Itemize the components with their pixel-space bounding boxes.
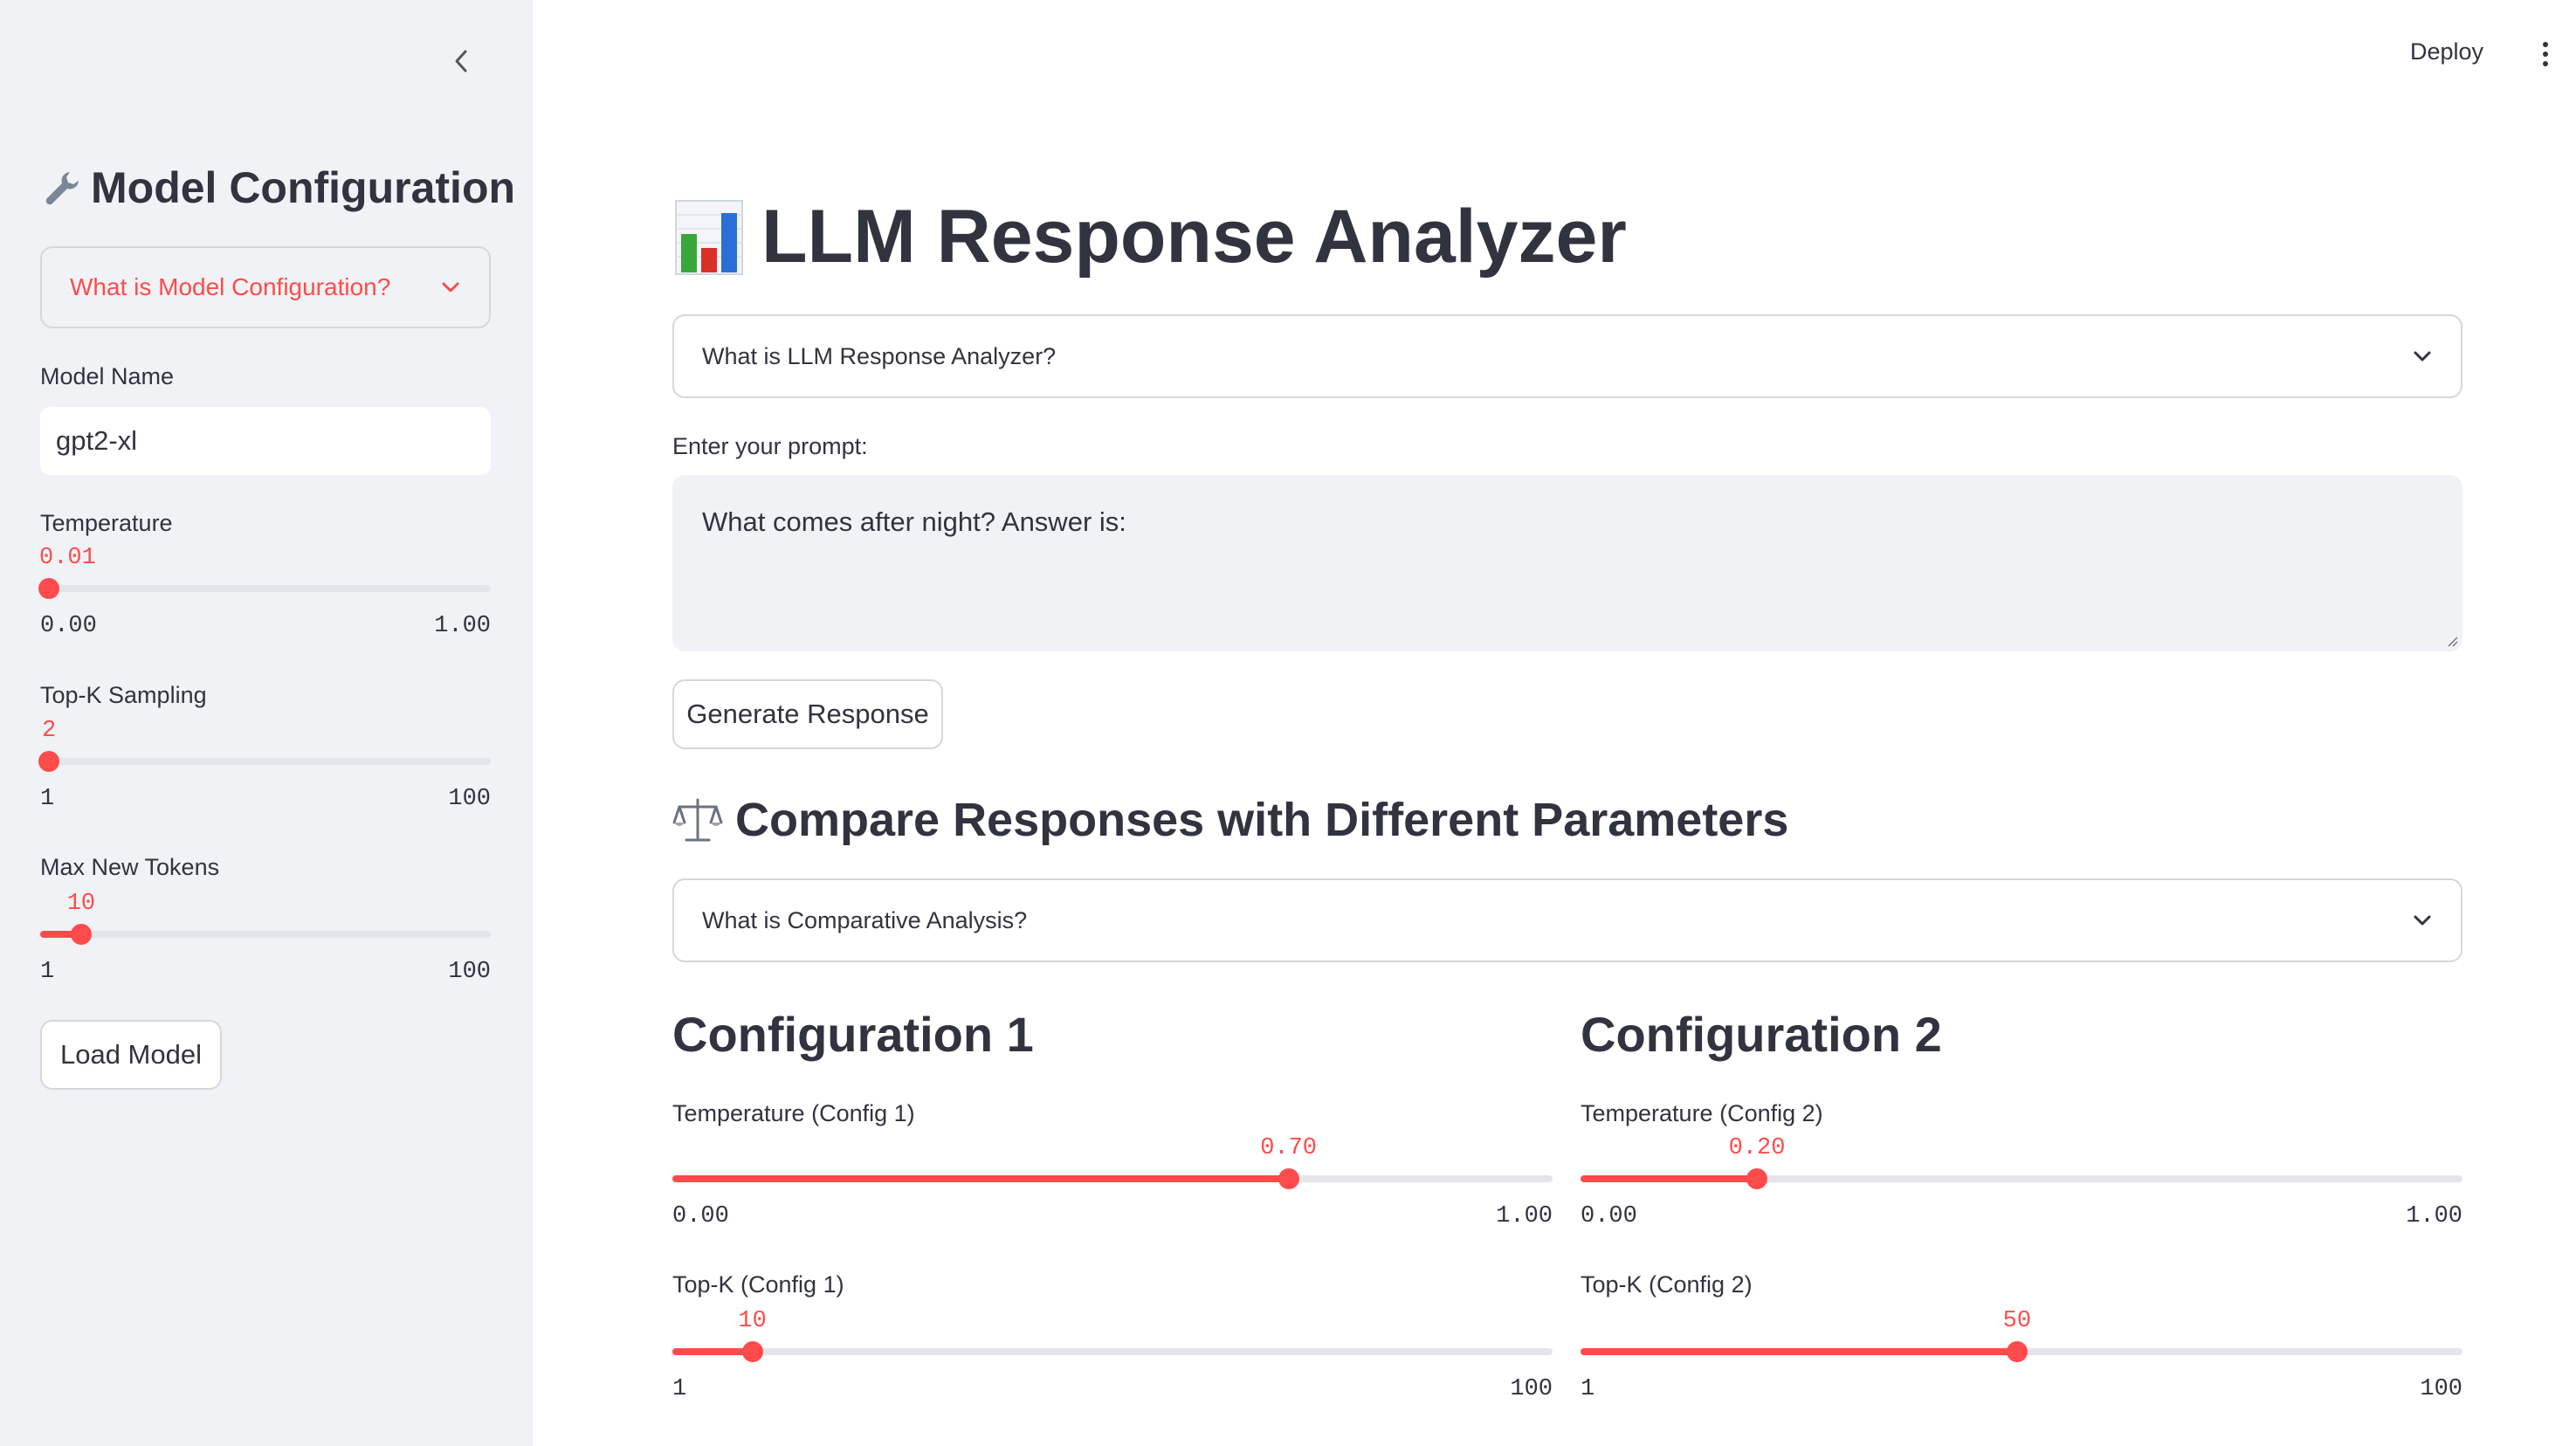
sidebar-title: Model Configuration [40, 162, 515, 213]
slider-track [672, 1348, 1553, 1355]
slider-track [45, 758, 491, 765]
config1-heading: Configuration 1 [672, 1007, 1034, 1062]
model-name-value: gpt2-xl [56, 425, 138, 456]
config1-topk-slider[interactable]: 10 1 100 [672, 1305, 1553, 1413]
page-title-text: LLM Response Analyzer [761, 195, 1627, 279]
slider-track [45, 585, 491, 592]
topk-label: Top-K Sampling [40, 682, 207, 708]
slider-value: 50 [2002, 1308, 2032, 1334]
config1-temperature-slider[interactable]: 0.70 0.00 1.00 [672, 1132, 1553, 1240]
slider-value: 10 [738, 1308, 767, 1334]
load-model-button[interactable]: Load Model [40, 1020, 222, 1090]
slider-fill [1581, 1175, 1757, 1182]
slider-value: 0.20 [1728, 1135, 1786, 1161]
slider-max: 1.00 [434, 613, 491, 639]
comparative-expander-label: What is Comparative Analysis? [702, 906, 1028, 933]
slider-max: 100 [1510, 1376, 1553, 1402]
config2-temperature-slider[interactable]: 0.20 0.00 1.00 [1581, 1132, 2462, 1240]
slider-min: 0.00 [1581, 1203, 1637, 1229]
compare-heading: Compare Responses with Different Paramet… [672, 793, 1788, 847]
slider-track [40, 931, 491, 938]
slider-min: 0.00 [40, 613, 97, 639]
slider-value: 10 [66, 891, 96, 917]
model-name-label: Model Name [40, 363, 175, 389]
slider-min: 1 [672, 1376, 687, 1402]
deploy-button[interactable]: Deploy [2410, 38, 2483, 65]
slider-min: 0.00 [672, 1203, 729, 1229]
analyzer-expander-label: What is LLM Response Analyzer? [702, 342, 1057, 369]
config1-topk-label: Top-K (Config 1) [672, 1271, 844, 1298]
prompt-label: Enter your prompt: [672, 433, 868, 459]
slider-fill [672, 1175, 1289, 1182]
wrench-icon [45, 172, 79, 205]
slider-min: 1 [40, 786, 55, 812]
balance-scale-icon [672, 798, 723, 842]
model-name-input[interactable]: gpt2-xl [40, 407, 491, 475]
slider-thumb[interactable] [70, 924, 92, 945]
config2-topk-label: Top-K (Config 2) [1581, 1271, 1753, 1298]
slider-thumb[interactable] [741, 1341, 763, 1362]
slider-fill [1581, 1348, 2017, 1355]
topk-slider[interactable]: 2 1 100 [38, 714, 491, 823]
sidebar: Model Configuration What is Model Config… [0, 0, 533, 1446]
model-config-expander[interactable]: What is Model Configuration? [40, 246, 491, 328]
generate-response-button[interactable]: Generate Response [672, 679, 943, 749]
chevron-left-icon [455, 50, 467, 72]
slider-value: 0.01 [39, 545, 96, 571]
config2-topk-slider[interactable]: 50 1 100 [1581, 1305, 2462, 1413]
slider-thumb[interactable] [38, 578, 60, 599]
config2-heading: Configuration 2 [1581, 1007, 1942, 1062]
slider-max: 100 [2420, 1376, 2462, 1402]
max-tokens-slider[interactable]: 10 1 100 [40, 887, 491, 995]
config1-temperature-label: Temperature (Config 1) [672, 1100, 915, 1126]
prompt-textarea[interactable]: What comes after night? Answer is: [672, 475, 2462, 651]
collapse-sidebar-button[interactable] [444, 44, 479, 79]
chevron-down-icon [2414, 351, 2431, 362]
slider-thumb[interactable] [1746, 1168, 1767, 1189]
slider-fill [672, 1348, 753, 1355]
slider-value: 0.70 [1260, 1135, 1317, 1161]
config2-temperature-label: Temperature (Config 2) [1581, 1100, 1823, 1126]
sidebar-title-text: Model Configuration [91, 163, 516, 212]
vertical-dots-icon[interactable] [2537, 38, 2554, 70]
compare-heading-text: Compare Responses with Different Paramet… [735, 794, 1789, 846]
analyzer-expander[interactable]: What is LLM Response Analyzer? [672, 314, 2462, 398]
slider-max: 1.00 [2406, 1203, 2462, 1229]
max-tokens-label: Max New Tokens [40, 854, 220, 880]
temperature-label: Temperature [40, 510, 173, 536]
model-config-expander-label: What is Model Configuration? [70, 273, 391, 300]
prompt-value: What comes after night? Answer is: [702, 506, 1126, 537]
page-title: LLM Response Analyzer [674, 194, 1627, 280]
slider-min: 1 [40, 959, 55, 985]
slider-max: 100 [448, 959, 491, 985]
slider-max: 100 [448, 786, 491, 812]
temperature-slider[interactable]: 0.01 0.00 1.00 [38, 541, 491, 650]
slider-thumb[interactable] [38, 751, 60, 772]
slider-max: 1.00 [1496, 1203, 1553, 1229]
slider-thumb[interactable] [2006, 1341, 2028, 1362]
comparative-expander[interactable]: What is Comparative Analysis? [672, 878, 2462, 962]
slider-thumb[interactable] [1278, 1168, 1299, 1189]
resize-grip-icon[interactable] [2445, 634, 2459, 648]
chevron-down-icon [2414, 915, 2431, 926]
bar-chart-icon [675, 199, 743, 275]
slider-min: 1 [1581, 1376, 1595, 1402]
slider-value: 2 [42, 718, 57, 744]
chevron-down-icon [442, 282, 459, 293]
